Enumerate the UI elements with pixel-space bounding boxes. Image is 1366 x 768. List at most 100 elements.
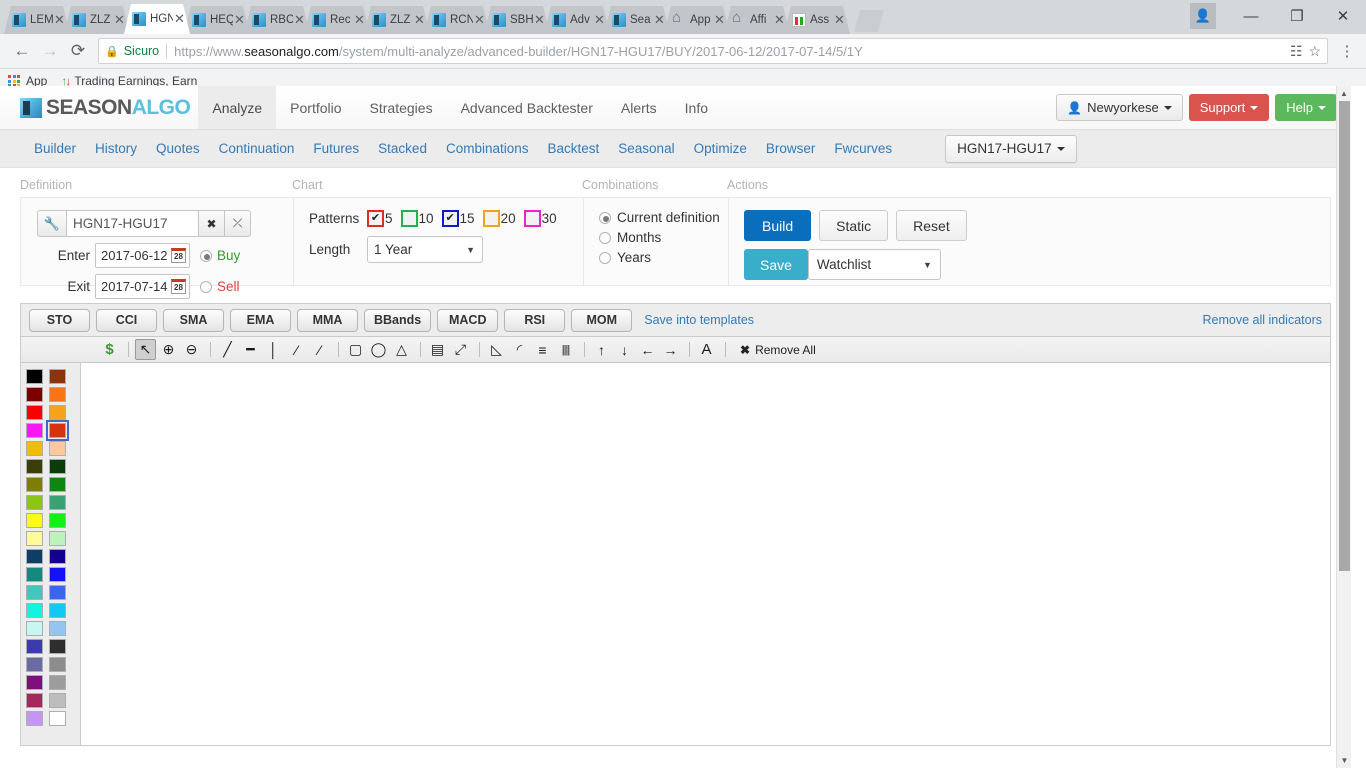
indicator-button[interactable]: STO bbox=[29, 308, 90, 332]
back-button[interactable]: ← bbox=[8, 41, 36, 61]
indicator-button[interactable]: EMA bbox=[230, 308, 291, 332]
app-nav-item[interactable]: Portfolio bbox=[276, 86, 355, 129]
color-swatch[interactable] bbox=[26, 369, 43, 384]
color-swatch[interactable] bbox=[26, 675, 43, 690]
pattern-option[interactable]: 10 bbox=[400, 210, 434, 227]
color-swatch[interactable] bbox=[49, 585, 66, 600]
color-swatch[interactable] bbox=[26, 567, 43, 582]
color-swatch[interactable] bbox=[49, 675, 66, 690]
browser-tab[interactable]: HEQ ✕ bbox=[184, 6, 250, 34]
translate-icon[interactable]: ☷ bbox=[1290, 43, 1303, 60]
watchlist-select[interactable]: Watchlist ▼ bbox=[807, 249, 941, 280]
address-bar[interactable]: 🔒 Sicuro https://www.seasonalgo.com/syst… bbox=[98, 38, 1328, 64]
chart-canvas[interactable] bbox=[80, 363, 1330, 745]
color-swatch[interactable] bbox=[46, 420, 69, 441]
browser-tab[interactable]: Ass ✕ bbox=[784, 6, 850, 34]
close-icon[interactable]: ✕ bbox=[833, 13, 846, 26]
color-swatch[interactable] bbox=[49, 387, 66, 402]
swap-symbol-button[interactable]: ⤫ bbox=[225, 210, 251, 237]
color-swatch[interactable] bbox=[49, 513, 66, 528]
close-icon[interactable]: ✕ bbox=[113, 13, 126, 26]
three-dots-icon[interactable]: ⋮ bbox=[1336, 42, 1358, 60]
combination-option[interactable]: Years bbox=[599, 250, 728, 265]
close-window-button[interactable]: ✕ bbox=[1320, 0, 1366, 32]
dollar-icon[interactable]: $ bbox=[99, 339, 120, 360]
pattern-checkbox[interactable] bbox=[523, 210, 541, 227]
exit-date-input[interactable]: 2017-07-14 28 bbox=[95, 274, 190, 299]
color-swatch[interactable] bbox=[26, 423, 43, 438]
fibonacci-timezone-icon[interactable]: |||| bbox=[555, 339, 576, 360]
fibonacci-retracement-icon[interactable]: ≡ bbox=[532, 339, 553, 360]
color-swatch[interactable] bbox=[26, 693, 43, 708]
combination-option[interactable]: Current definition bbox=[599, 210, 728, 225]
gann-fan-icon[interactable]: ◺ bbox=[486, 339, 507, 360]
color-swatch[interactable] bbox=[26, 585, 43, 600]
page-scrollbar[interactable]: ▲ ▼ bbox=[1336, 86, 1351, 768]
browser-tab[interactable]: ZLZ ✕ bbox=[364, 6, 430, 34]
browser-tab[interactable]: RBC ✕ bbox=[244, 6, 310, 34]
arrow-up-icon[interactable]: ↑ bbox=[591, 339, 612, 360]
calendar-icon[interactable]: 28 bbox=[171, 279, 186, 294]
color-swatch[interactable] bbox=[26, 477, 43, 492]
symbol-input[interactable]: HGN17-HGU17 bbox=[66, 210, 199, 237]
remove-all-drawings-button[interactable]: ✖ Remove All bbox=[740, 343, 816, 357]
pattern-checkbox[interactable]: ✔ bbox=[441, 210, 459, 227]
pattern-checkbox[interactable] bbox=[400, 210, 418, 227]
user-menu-button[interactable]: 👤 Newyorkese bbox=[1056, 94, 1183, 121]
browser-tab[interactable]: SBH ✕ bbox=[484, 6, 550, 34]
arrow-right-icon[interactable]: → bbox=[660, 339, 681, 360]
sell-radio[interactable]: Sell bbox=[200, 279, 240, 294]
indicator-button[interactable]: BBands bbox=[364, 308, 432, 332]
indicator-button[interactable]: MOM bbox=[571, 308, 633, 332]
color-swatch[interactable] bbox=[49, 693, 66, 708]
star-icon[interactable]: ☆ bbox=[1308, 43, 1321, 60]
color-swatch[interactable] bbox=[26, 513, 43, 528]
new-tab-button[interactable] bbox=[854, 10, 884, 32]
close-icon[interactable]: ✕ bbox=[713, 13, 726, 26]
pattern-checkbox[interactable] bbox=[482, 210, 500, 227]
extended-line-icon[interactable]: ⁄ bbox=[309, 339, 330, 360]
browser-tab[interactable]: Affi ✕ bbox=[724, 6, 790, 34]
browser-tab[interactable]: RCN ✕ bbox=[424, 6, 490, 34]
color-swatch[interactable] bbox=[49, 567, 66, 582]
pattern-option[interactable]: 20 bbox=[482, 210, 516, 227]
text-icon[interactable]: A bbox=[696, 339, 717, 360]
save-into-templates-link[interactable]: Save into templates bbox=[644, 313, 754, 327]
scrollbar-thumb[interactable] bbox=[1339, 101, 1350, 571]
horizontal-line-icon[interactable]: ━ bbox=[240, 339, 261, 360]
color-swatch[interactable] bbox=[26, 603, 43, 618]
length-select[interactable]: 1 Year ▼ bbox=[367, 236, 483, 263]
reload-button[interactable]: ⟳ bbox=[64, 41, 92, 61]
color-swatch[interactable] bbox=[49, 495, 66, 510]
triangle-icon[interactable]: △ bbox=[391, 339, 412, 360]
browser-tab[interactable]: LEM ✕ bbox=[4, 6, 70, 34]
wrench-icon[interactable]: 🔧 bbox=[37, 210, 66, 237]
ellipse-icon[interactable]: ◯ bbox=[368, 339, 389, 360]
color-swatch[interactable] bbox=[26, 621, 43, 636]
subnav-link[interactable]: Backtest bbox=[548, 141, 600, 156]
help-button[interactable]: Help bbox=[1275, 94, 1337, 121]
color-swatch[interactable] bbox=[49, 531, 66, 546]
arrow-left-icon[interactable]: ← bbox=[637, 339, 658, 360]
zoom-out-icon[interactable]: ⊖ bbox=[181, 339, 202, 360]
color-swatch[interactable] bbox=[49, 621, 66, 636]
minimize-button[interactable]: — bbox=[1228, 0, 1274, 32]
indicator-button[interactable]: MMA bbox=[297, 308, 358, 332]
save-button[interactable]: Save bbox=[744, 249, 808, 280]
enter-date-input[interactable]: 2017-06-12 28 bbox=[95, 243, 190, 268]
seasonalgo-logo[interactable]: SEASON ALGO bbox=[0, 86, 198, 129]
color-swatch[interactable] bbox=[26, 495, 43, 510]
close-icon[interactable]: ✕ bbox=[293, 13, 306, 26]
arrow-down-icon[interactable]: ↓ bbox=[614, 339, 635, 360]
cursor-icon[interactable]: ↖ bbox=[135, 339, 156, 360]
buy-radio[interactable]: Buy bbox=[200, 248, 240, 263]
close-icon[interactable]: ✕ bbox=[773, 13, 786, 26]
close-icon[interactable]: ✕ bbox=[593, 13, 606, 26]
browser-tab[interactable]: App✕ bbox=[664, 6, 730, 34]
color-swatch[interactable] bbox=[26, 441, 43, 456]
forward-button[interactable]: → bbox=[36, 41, 64, 61]
color-swatch[interactable] bbox=[49, 405, 66, 420]
combination-option[interactable]: Months bbox=[599, 230, 728, 245]
color-swatch[interactable] bbox=[26, 711, 43, 726]
pattern-option[interactable]: 30 bbox=[523, 210, 557, 227]
